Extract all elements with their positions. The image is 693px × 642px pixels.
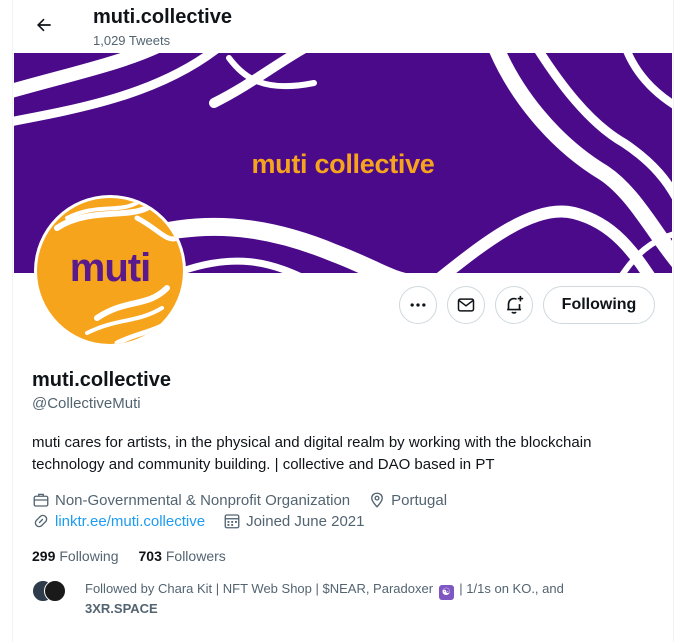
notifications-button[interactable] bbox=[495, 286, 533, 324]
envelope-icon bbox=[457, 298, 475, 312]
followed-by-avatars bbox=[32, 580, 76, 602]
calendar-icon bbox=[224, 514, 240, 529]
profile-handle: @CollectiveMuti bbox=[32, 395, 141, 412]
tweets-count: 1,029 Tweets bbox=[93, 33, 171, 48]
followers-stat-label: Followers bbox=[165, 548, 226, 564]
avatar-image: muti bbox=[37, 198, 183, 344]
top-bar: muti.collective 1,029 Tweets bbox=[13, 0, 673, 53]
back-button[interactable] bbox=[27, 8, 61, 42]
location-text: Portugal bbox=[391, 491, 448, 509]
link-icon bbox=[34, 514, 48, 528]
joined-item: Joined June 2021 bbox=[223, 512, 365, 530]
followed-by[interactable]: Followed by Chara Kit | NFT Web Shop | $… bbox=[32, 580, 645, 618]
follow-stats: 299 Following 703 Followers bbox=[32, 548, 246, 564]
location-item: Portugal bbox=[368, 491, 447, 509]
avatar[interactable]: muti bbox=[34, 195, 186, 347]
page-title: muti.collective bbox=[93, 6, 232, 28]
website-link[interactable]: linktr.ee/muti.collective bbox=[55, 513, 205, 530]
followed-by-prefix: Followed by Chara Kit | NFT Web Shop | $… bbox=[85, 581, 434, 596]
more-horizontal-icon bbox=[410, 303, 426, 307]
location-pin-icon bbox=[371, 492, 384, 508]
message-button[interactable] bbox=[447, 286, 485, 324]
category-item: Non-Governmental & Nonprofit Organizatio… bbox=[32, 491, 350, 509]
profile-bio: muti cares for artists, in the physical … bbox=[32, 434, 592, 473]
arrow-left-icon bbox=[36, 18, 51, 32]
followers-stat[interactable]: 703 Followers bbox=[139, 548, 226, 564]
follower-avatar bbox=[44, 580, 66, 602]
followed-by-text: Followed by Chara Kit | NFT Web Shop | $… bbox=[85, 580, 645, 618]
following-count: 299 bbox=[32, 548, 56, 564]
joined-text: Joined June 2021 bbox=[246, 512, 365, 530]
profile-meta-row-1: Non-Governmental & Nonprofit Organizatio… bbox=[32, 490, 465, 510]
banner-title: muti collective bbox=[251, 149, 435, 179]
more-button[interactable] bbox=[399, 286, 437, 324]
briefcase-icon bbox=[33, 493, 49, 507]
profile-meta-row-2: linktr.ee/muti.collective Joined June 20… bbox=[32, 511, 383, 531]
yin-yang-badge-icon: ☯ bbox=[438, 585, 454, 600]
profile-name: muti.collective bbox=[32, 369, 171, 391]
website-item: linktr.ee/muti.collective bbox=[32, 512, 205, 530]
profile-page: muti.collective 1,029 Tweets muti collec… bbox=[12, 0, 674, 642]
followed-by-middle: | 1/1s on KO., and bbox=[459, 581, 564, 596]
category-text: Non-Governmental & Nonprofit Organizatio… bbox=[55, 491, 351, 509]
followers-count: 703 bbox=[138, 548, 162, 564]
following-stat[interactable]: 299 Following bbox=[32, 548, 119, 564]
avatar-logo-text: muti bbox=[69, 246, 151, 290]
following-button[interactable]: Following bbox=[543, 286, 655, 324]
followed-by-last: 3XR.SPACE bbox=[85, 601, 158, 616]
following-stat-label: Following bbox=[59, 548, 119, 564]
bell-plus-icon bbox=[507, 295, 524, 314]
